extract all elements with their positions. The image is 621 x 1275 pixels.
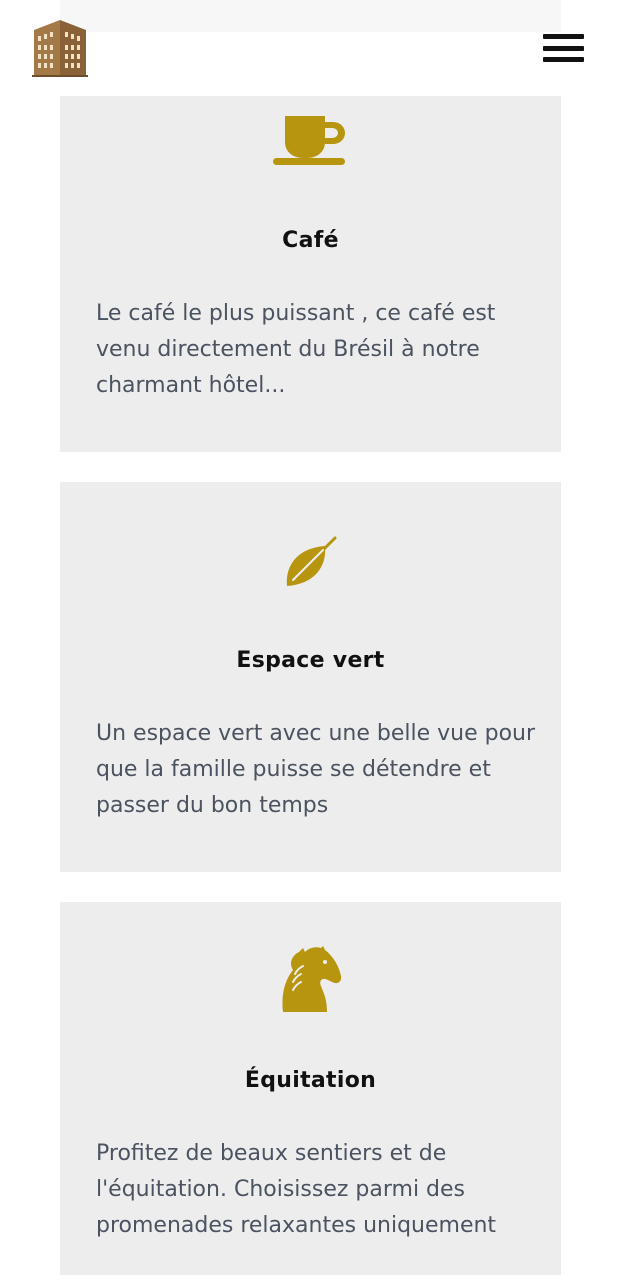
leaf-icon [286, 536, 336, 586]
header-strip [60, 0, 561, 32]
menu-bar [543, 57, 584, 62]
service-title: Espace vert [236, 648, 385, 673]
hamburger-menu-button[interactable] [543, 32, 587, 64]
header [0, 0, 621, 96]
service-description: Un espace vert avec une belle vue pour q… [96, 721, 536, 818]
service-card-cafe: Café Le café le plus puissant , ce café … [60, 60, 561, 452]
coffee-cup-icon [272, 116, 345, 165]
horse-head-icon [281, 946, 341, 1012]
service-card-espace-vert: Espace vert Un espace vert avec une bell… [60, 482, 561, 872]
service-description: Le café le plus puissant , ce café est v… [96, 301, 496, 398]
service-title: Équitation [244, 1068, 377, 1093]
service-card-equitation: Équitation Profitez de beaux sentiers et… [60, 902, 561, 1275]
service-description: Profitez de beaux sentiers et de l'équit… [96, 1141, 497, 1238]
building-logo-icon[interactable] [30, 18, 90, 78]
menu-bar [543, 34, 584, 39]
menu-bar [543, 45, 584, 51]
service-title: Café [282, 228, 339, 253]
